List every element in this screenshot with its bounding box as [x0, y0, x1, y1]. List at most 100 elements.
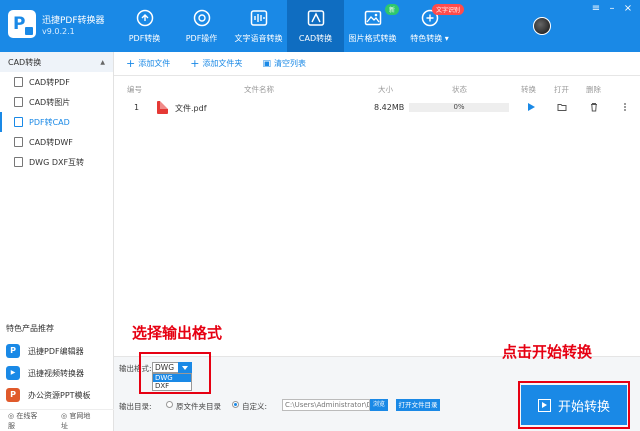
minimize-icon[interactable]: – [604, 0, 620, 18]
sidebar-item-cad-to-image[interactable]: CAD转图片 [0, 92, 113, 112]
custom-dir-radio[interactable] [232, 401, 239, 408]
image-convert-icon [364, 10, 381, 26]
sidebar-footer: ◎ 在线客服 ◎ 官网地址 [0, 409, 114, 431]
nav-image-convert[interactable]: 图片格式转换 新 [344, 0, 401, 52]
promo-title: 特色产品推荐 [6, 324, 54, 333]
app-version: v9.0.2.1 [42, 27, 75, 36]
app-header: P 迅捷PDF转换器 v9.0.2.1 PDF转换 PDF操作 文字语音转换 C… [0, 0, 640, 52]
plus-icon: + [190, 56, 200, 70]
image-file-icon [14, 97, 23, 107]
nav-label: 特色转换 ▾ [410, 34, 449, 43]
file-icon [14, 137, 23, 147]
sidebar-item-label: CAD转图片 [29, 97, 71, 107]
close-icon[interactable]: × [620, 0, 636, 18]
promo-label: 迅捷视频转换器 [28, 368, 84, 378]
browse-button[interactable]: 浏览 [370, 399, 388, 411]
row-number: 1 [134, 103, 140, 112]
sidebar-item-dwg-dxf[interactable]: DWG DXF互转 [0, 152, 113, 172]
nav-label: CAD转换 [298, 34, 333, 43]
col-size: 大小 [378, 85, 393, 94]
nav-pdf-operate[interactable]: PDF操作 [173, 0, 230, 52]
promo-video-converter[interactable]: ▶ 迅捷视频转换器 [6, 363, 84, 383]
delete-trash-icon[interactable] [589, 102, 599, 112]
file-icon [14, 77, 23, 87]
original-dir-label: 原文件夹目录 [176, 402, 221, 411]
row-size: 8.42MB [374, 103, 405, 112]
nav-label: PDF操作 [185, 34, 218, 43]
custom-dir-label: 自定义: [242, 402, 268, 411]
file-icon [14, 117, 23, 127]
col-delete: 删除 [586, 85, 601, 94]
app-name: 迅捷PDF转换器 [42, 16, 105, 26]
promo-label: 办公资源PPT模板 [28, 390, 91, 400]
pdf-operate-icon [193, 9, 210, 27]
col-status: 状态 [452, 85, 467, 94]
nav-label: 图片格式转换 [348, 34, 397, 43]
sidebar-item-label: CAD转PDF [29, 77, 70, 87]
online-service-link[interactable]: ◎ 在线客服 [8, 411, 51, 431]
settings-icon[interactable]: ≡ [588, 0, 604, 18]
nav-special-convert[interactable]: 特色转换 ▾ 文字识别 [401, 0, 464, 52]
convert-play-icon[interactable] [526, 102, 536, 112]
pdf-file-icon [157, 101, 168, 114]
add-folder-button[interactable]: + 添加文件夹 [190, 58, 242, 69]
promo-label: 迅捷PDF编辑器 [28, 346, 84, 356]
main-nav: PDF转换 PDF操作 文字语音转换 CAD转换 图片格式转换 新 特色转换 ▾… [116, 0, 464, 52]
pdf-editor-icon: P [6, 344, 20, 358]
annotation-start-box [518, 381, 630, 429]
online-service-label: 在线客服 [8, 411, 38, 430]
sidebar-item-label: PDF转CAD [29, 117, 70, 127]
new-badge: 新 [384, 4, 399, 15]
ocr-badge: 文字识别 [431, 4, 464, 15]
sidebar: CAD转换 ▲ CAD转PDF CAD转图片 PDF转CAD CAD转DWF D… [0, 52, 114, 431]
sidebar-item-cad-to-pdf[interactable]: CAD转PDF [0, 72, 113, 92]
col-name: 文件名称 [244, 85, 274, 94]
clear-list-button[interactable]: ▣ 清空列表 [262, 58, 306, 69]
file-toolbar: + 添加文件 + 添加文件夹 ▣ 清空列表 [114, 52, 640, 76]
official-site-link[interactable]: ◎ 官网地址 [61, 411, 104, 431]
annotation-format-box [139, 352, 211, 394]
collapse-icon[interactable]: ▲ [100, 59, 105, 66]
sidebar-header-label: CAD转换 [8, 57, 42, 67]
app-logo: P [8, 10, 36, 38]
row-filename: 文件.pdf [175, 104, 207, 113]
nav-pdf-convert[interactable]: PDF转换 [116, 0, 173, 52]
file-table-header: 编号 文件名称 大小 状态 转换 打开 删除 [114, 82, 640, 96]
output-dir-label: 输出目录: [119, 402, 152, 411]
progress-text: 0% [453, 103, 465, 111]
pdf-convert-icon [136, 9, 153, 27]
file-icon [14, 157, 23, 167]
col-num: 编号 [127, 85, 142, 94]
original-dir-radio[interactable] [166, 401, 173, 408]
open-folder-button[interactable]: 打开文件目录 [396, 399, 440, 411]
output-path-input[interactable]: C:\Users\Administrator\De [282, 399, 370, 411]
nav-label: 文字语音转换 [234, 34, 283, 43]
video-converter-icon: ▶ [6, 366, 20, 380]
window-controls: ≡ – × [588, 0, 636, 18]
col-convert: 转换 [521, 85, 536, 94]
nav-voice-text[interactable]: 文字语音转换 [230, 0, 287, 52]
sidebar-item-label: DWG DXF互转 [29, 157, 85, 167]
clear-list-label: 清空列表 [273, 59, 306, 68]
trash-icon: ▣ [262, 58, 271, 69]
nav-cad-convert[interactable]: CAD转换 [287, 0, 344, 52]
user-avatar[interactable] [533, 17, 551, 35]
promo-pdf-editor[interactable]: P 迅捷PDF编辑器 [6, 341, 84, 361]
cad-convert-icon [307, 10, 324, 26]
progress-bar: 0% [409, 103, 509, 112]
plus-icon: + [126, 56, 136, 70]
sidebar-item-pdf-to-cad[interactable]: PDF转CAD [0, 112, 113, 132]
open-folder-icon[interactable] [557, 102, 567, 112]
voice-text-icon [250, 10, 267, 26]
add-folder-label: 添加文件夹 [202, 59, 243, 68]
promo-ppt-templates[interactable]: P 办公资源PPT模板 [6, 385, 91, 405]
sidebar-item-cad-to-dwf[interactable]: CAD转DWF [0, 132, 113, 152]
add-file-button[interactable]: + 添加文件 [126, 58, 170, 69]
add-file-label: 添加文件 [138, 59, 171, 68]
sidebar-header[interactable]: CAD转换 ▲ [0, 52, 113, 72]
annotation-format-hint: 选择输出格式 [132, 324, 223, 342]
nav-label: PDF转换 [128, 34, 161, 43]
annotation-start-hint: 点击开始转换 [502, 343, 593, 361]
official-site-label: 官网地址 [61, 411, 91, 430]
more-options-icon[interactable] [620, 102, 630, 112]
